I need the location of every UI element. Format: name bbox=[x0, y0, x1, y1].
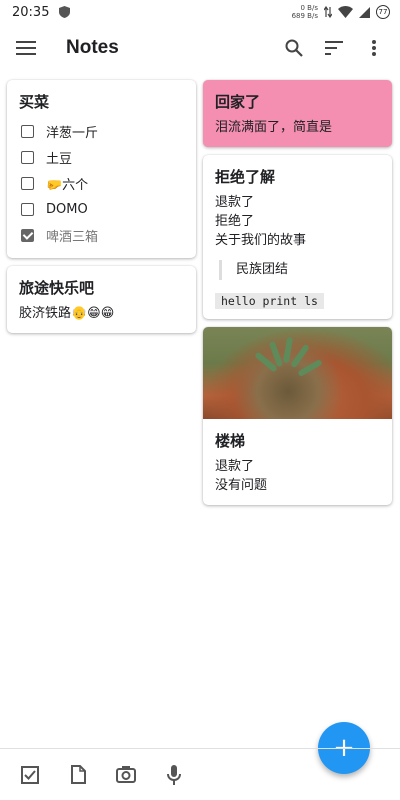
note-line: 退款了 bbox=[215, 459, 255, 474]
data-transfer-icon bbox=[324, 6, 332, 18]
checkbox[interactable] bbox=[21, 176, 34, 190]
checkbox[interactable] bbox=[21, 150, 34, 164]
checklist-item-label: DOMO bbox=[46, 201, 88, 217]
status-time: 20:35 bbox=[12, 4, 50, 20]
camera-icon[interactable] bbox=[104, 755, 148, 795]
app-bar: Notes bbox=[0, 24, 400, 72]
note-card-shopping[interactable]: 买菜 洋葱一斤 土豆 🤛六个 DOMO 啤酒三箱 bbox=[7, 80, 196, 258]
checklist-item[interactable]: 土豆 bbox=[19, 144, 184, 170]
note-card-refuse[interactable]: 拒绝了解 退款了 拒绝了 关于我们的故事 民族团结 hello print ls bbox=[203, 155, 392, 319]
note-title: 拒绝了解 bbox=[215, 169, 276, 186]
network-speed: 0 B/s 689 B/s bbox=[291, 4, 318, 20]
checklist-item-label: 洋葱一斤 bbox=[46, 125, 99, 141]
checkbox[interactable] bbox=[21, 202, 34, 216]
status-bar: 20:35 0 B/s 689 B/s 77 bbox=[0, 0, 400, 24]
note-title: 旅途快乐吧 bbox=[19, 280, 95, 297]
note-line: 拒绝了 bbox=[215, 214, 255, 229]
menu-icon[interactable] bbox=[6, 28, 46, 68]
signal-icon bbox=[359, 6, 370, 18]
checklist-item[interactable]: 🤛六个 bbox=[19, 170, 184, 196]
note-card-home[interactable]: 回家了 泪流满面了，简直是 bbox=[203, 80, 392, 147]
shield-icon bbox=[59, 6, 71, 18]
notes-column-right: 回家了 泪流满面了，简直是 拒绝了解 退款了 拒绝了 关于我们的故事 民族团结 … bbox=[203, 80, 392, 513]
search-icon[interactable] bbox=[274, 28, 314, 68]
note-title: 楼梯 bbox=[215, 433, 246, 450]
note-line: 关于我们的故事 bbox=[215, 233, 307, 248]
checkbox-checked[interactable] bbox=[21, 228, 34, 242]
checklist-item[interactable]: 洋葱一斤 bbox=[19, 118, 184, 144]
note-text: 泪流满面了，简直是 bbox=[215, 120, 333, 135]
checklist-item-label: 啤酒三箱 bbox=[46, 229, 99, 245]
bottom-bar bbox=[0, 748, 400, 800]
new-text-note-icon[interactable] bbox=[56, 755, 100, 795]
checkbox[interactable] bbox=[21, 124, 34, 138]
note-title: 买菜 bbox=[19, 94, 50, 111]
app-title: Notes bbox=[66, 37, 119, 58]
note-image bbox=[203, 327, 392, 419]
note-card-stairs[interactable]: 楼梯 退款了 没有问题 bbox=[203, 327, 392, 505]
note-quote: 民族团结 bbox=[219, 260, 380, 280]
note-title: 回家了 bbox=[215, 94, 261, 111]
more-options-icon[interactable] bbox=[354, 28, 394, 68]
battery-icon: 77 bbox=[376, 5, 390, 19]
notes-column-left: 买菜 洋葱一斤 土豆 🤛六个 DOMO 啤酒三箱 旅途快乐吧 胶济铁路👴😁😁 bbox=[7, 80, 196, 341]
checklist-item[interactable]: DOMO bbox=[19, 196, 184, 222]
note-card-travel[interactable]: 旅途快乐吧 胶济铁路👴😁😁 bbox=[7, 266, 196, 333]
note-code: hello print ls bbox=[215, 293, 324, 309]
note-line: 退款了 bbox=[215, 195, 255, 210]
new-checklist-icon[interactable] bbox=[8, 755, 52, 795]
note-line: 没有问题 bbox=[215, 478, 268, 493]
wifi-icon bbox=[338, 6, 353, 18]
checklist-item-label: 土豆 bbox=[46, 151, 73, 167]
sort-icon[interactable] bbox=[314, 28, 354, 68]
checklist-item-label: 🤛六个 bbox=[46, 177, 89, 193]
note-text: 胶济铁路👴😁😁 bbox=[19, 306, 115, 321]
checklist-item[interactable]: 啤酒三箱 bbox=[19, 222, 184, 248]
microphone-icon[interactable] bbox=[152, 755, 196, 795]
